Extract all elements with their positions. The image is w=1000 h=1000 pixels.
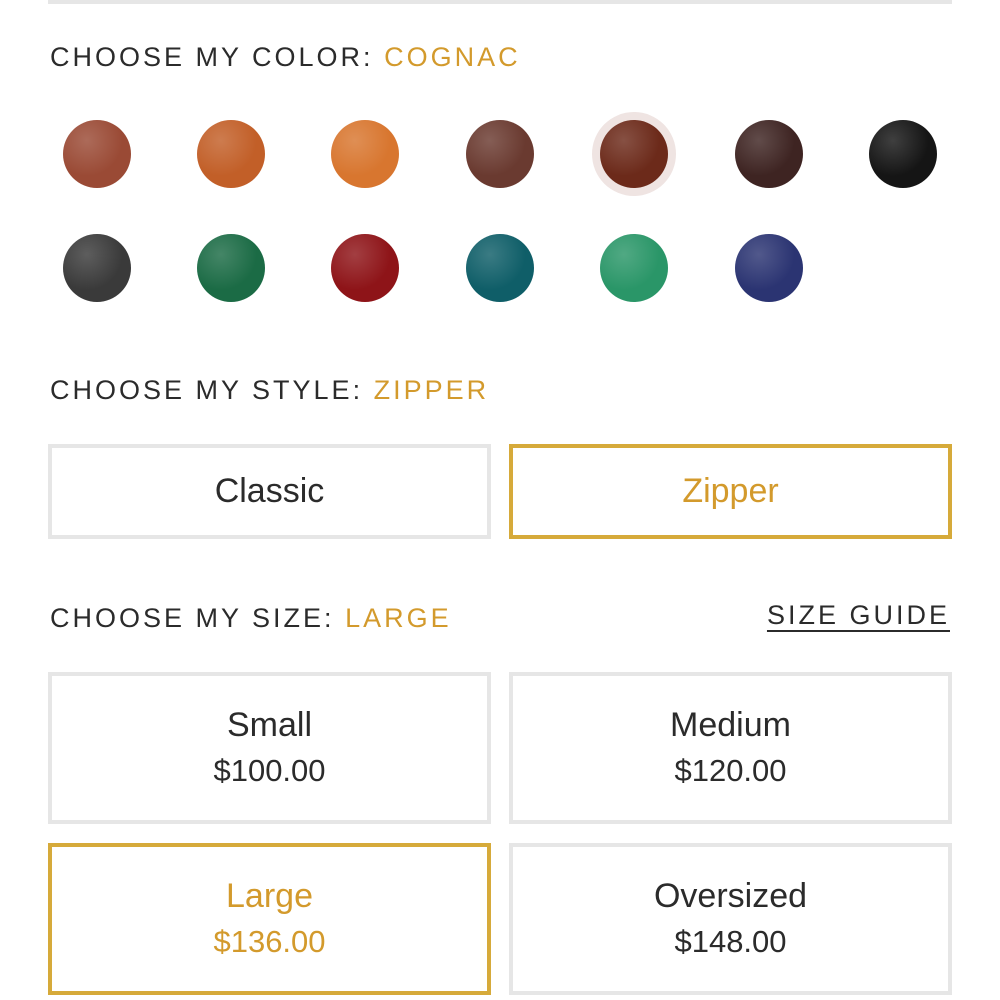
size-option-small[interactable]: Small $100.00	[48, 672, 491, 824]
size-option-name: Large	[226, 877, 313, 915]
color-heading-label: CHOOSE MY COLOR:	[50, 42, 374, 72]
size-heading-label: CHOOSE MY SIZE:	[50, 603, 335, 633]
swatch-green[interactable]	[197, 234, 265, 302]
size-option-price: $100.00	[213, 753, 326, 788]
swatch-black[interactable]	[869, 120, 937, 188]
selected-color-label: COGNAC	[384, 42, 521, 72]
size-option-price: $120.00	[674, 753, 787, 788]
size-guide-link[interactable]: SIZE GUIDE	[767, 600, 950, 631]
size-option-name: Medium	[670, 706, 791, 744]
size-option-name: Small	[226, 706, 313, 744]
size-option-large[interactable]: Large $136.00	[48, 843, 491, 995]
color-swatch-grid	[48, 106, 952, 316]
selected-style-label: ZIPPER	[373, 375, 490, 405]
swatch-tan-orange[interactable]	[197, 120, 265, 188]
swatch-dark-brown-pebbled[interactable]	[466, 120, 534, 188]
size-option-price: $136.00	[213, 924, 326, 959]
swatch-floral-embossed-orange[interactable]	[331, 120, 399, 188]
style-heading-label: CHOOSE MY STYLE:	[50, 375, 364, 405]
top-divider	[48, 0, 952, 4]
size-option-medium[interactable]: Medium $120.00	[509, 672, 952, 824]
style-heading: CHOOSE MY STYLE: ZIPPER	[50, 375, 489, 406]
style-option-label: Zipper	[682, 472, 779, 510]
swatch-teal-pebbled[interactable]	[466, 234, 534, 302]
size-option-name: Oversized	[653, 877, 808, 915]
size-option-price: $148.00	[674, 924, 787, 959]
selected-size-label: LARGE	[345, 603, 452, 633]
swatch-jade[interactable]	[600, 234, 668, 302]
swatch-brown-pebbled[interactable]	[63, 120, 131, 188]
style-option-label: Classic	[214, 472, 325, 510]
swatch-red[interactable]	[331, 234, 399, 302]
color-heading: CHOOSE MY COLOR: COGNAC	[50, 42, 521, 73]
swatch-black-pebbled[interactable]	[63, 234, 131, 302]
swatch-espresso[interactable]	[735, 120, 803, 188]
style-option-classic[interactable]: Classic	[48, 444, 491, 539]
swatch-cognac[interactable]	[600, 120, 668, 188]
swatch-navy[interactable]	[735, 234, 803, 302]
size-option-oversized[interactable]: Oversized $148.00	[509, 843, 952, 995]
size-heading: CHOOSE MY SIZE: LARGE	[50, 603, 452, 634]
style-option-zipper[interactable]: Zipper	[509, 444, 952, 539]
